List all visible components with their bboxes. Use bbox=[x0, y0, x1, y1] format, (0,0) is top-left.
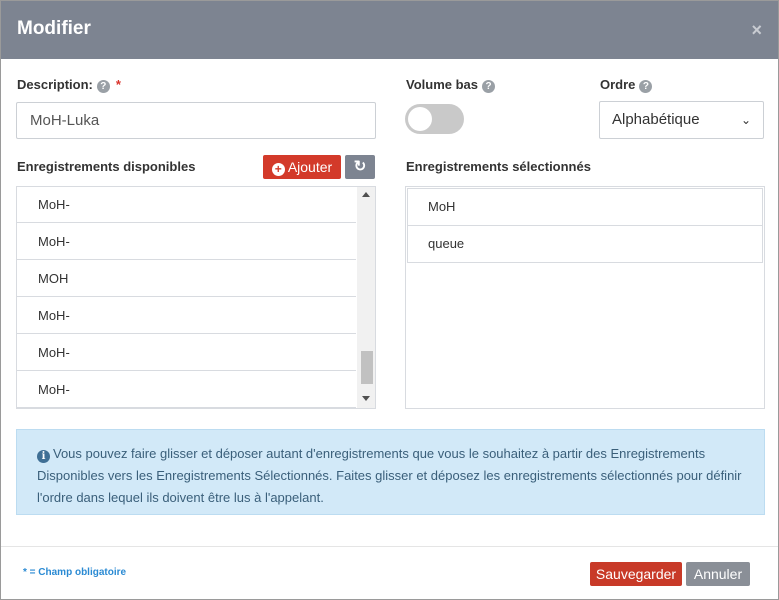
info-text: Vous pouvez faire glisser et déposer aut… bbox=[37, 446, 742, 505]
description-label: Description: bbox=[17, 77, 93, 92]
list-item[interactable]: MoH- bbox=[17, 297, 356, 334]
selected-recordings-label: Enregistrements sélectionnés bbox=[406, 159, 591, 174]
required-field-note: * = Champ obligatoire bbox=[23, 567, 127, 578]
ordre-label: Ordre bbox=[600, 77, 636, 92]
footer-divider bbox=[1, 546, 778, 547]
cancel-button[interactable]: Annuler bbox=[686, 562, 750, 586]
add-button-label: Ajouter bbox=[287, 159, 333, 175]
available-recordings-list[interactable]: MoH- MoH- MOH MoH- MoH- MoH- bbox=[16, 186, 376, 409]
list-item[interactable]: MoH- bbox=[17, 371, 356, 408]
edit-modal: Modifier × Description:? * Volume bas? Or… bbox=[0, 0, 779, 600]
description-input[interactable] bbox=[16, 102, 376, 139]
list-item[interactable]: MoH- bbox=[17, 187, 356, 223]
ordre-selected-value: Alphabétique bbox=[612, 111, 700, 128]
scrollbar[interactable] bbox=[357, 187, 375, 408]
list-item[interactable]: MoH bbox=[407, 188, 763, 226]
add-button[interactable]: + Ajouter bbox=[263, 155, 341, 179]
info-icon: i bbox=[37, 450, 50, 463]
chevron-down-icon: ⌄ bbox=[740, 113, 751, 127]
scroll-down-arrow-icon[interactable] bbox=[362, 396, 370, 401]
ordre-select[interactable]: Alphabétique ⌄ bbox=[599, 101, 764, 139]
scroll-up-arrow-icon[interactable] bbox=[362, 192, 370, 197]
available-recordings-label: Enregistrements disponibles bbox=[17, 159, 196, 174]
close-icon[interactable]: × bbox=[751, 21, 762, 39]
required-mark: * bbox=[115, 77, 121, 92]
list-item[interactable]: queue bbox=[407, 225, 763, 263]
ordre-label-group: Ordre? bbox=[600, 77, 653, 93]
refresh-icon: ↻ bbox=[353, 158, 367, 175]
info-alert: i Vous pouvez faire glisser et déposer au… bbox=[16, 429, 765, 515]
save-button[interactable]: Sauvegarder bbox=[590, 562, 682, 586]
list-item[interactable]: MoH- bbox=[17, 223, 356, 260]
refresh-button[interactable]: ↻ bbox=[345, 155, 375, 179]
modal-header: Modifier × bbox=[1, 1, 778, 59]
list-item[interactable]: MoH- bbox=[17, 334, 356, 371]
ordre-help-icon[interactable]: ? bbox=[639, 80, 653, 93]
description-label-group: Description:? * bbox=[17, 77, 121, 93]
volume-bas-help-icon[interactable]: ? bbox=[482, 80, 496, 93]
list-item[interactable]: MOH bbox=[17, 260, 356, 297]
scrollbar-thumb[interactable] bbox=[361, 351, 373, 384]
description-help-icon[interactable]: ? bbox=[96, 80, 110, 93]
volume-bas-label: Volume bas bbox=[406, 77, 479, 92]
volume-bas-label-group: Volume bas? bbox=[406, 77, 496, 93]
toggle-knob bbox=[408, 107, 432, 131]
selected-recordings-list[interactable]: MoH queue bbox=[405, 186, 765, 409]
modal-title: Modifier bbox=[17, 18, 91, 39]
volume-bas-toggle[interactable] bbox=[405, 104, 464, 134]
plus-circle-icon: + bbox=[271, 163, 285, 176]
